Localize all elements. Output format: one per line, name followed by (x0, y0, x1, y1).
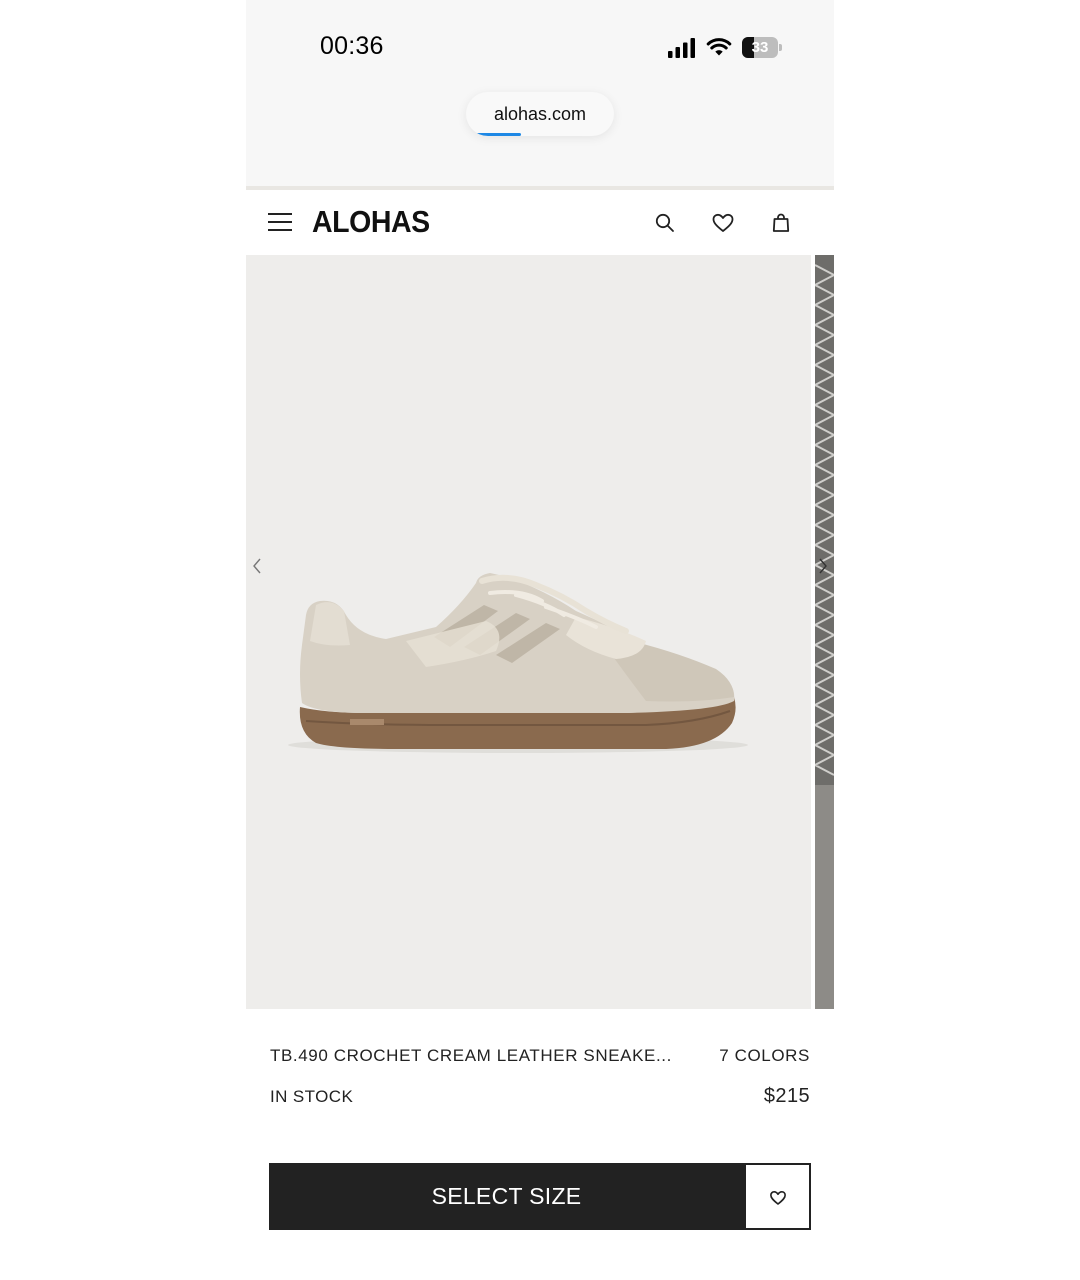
color-count[interactable]: 7 COLORS (719, 1046, 810, 1066)
chevron-left-icon[interactable] (250, 555, 264, 577)
page-load-progress-fill (476, 133, 521, 136)
battery-indicator: 33 (742, 37, 782, 58)
next-image-peek[interactable] (815, 255, 834, 1009)
product-price: $215 (763, 1085, 810, 1107)
battery-body: 33 (742, 37, 778, 58)
product-name[interactable]: TB.490 CROCHET CREAM LEATHER SNEAKE... (270, 1046, 698, 1066)
hamburger-menu-icon[interactable] (268, 210, 294, 234)
search-icon[interactable] (653, 211, 677, 235)
sneaker-illustration (288, 573, 748, 753)
battery-tip (779, 44, 782, 51)
battery-level: 33 (751, 39, 769, 56)
chevron-right-icon[interactable] (816, 555, 830, 577)
heart-icon (770, 1191, 786, 1205)
stock-status: IN STOCK (270, 1087, 354, 1106)
heart-icon[interactable] (711, 211, 735, 235)
site-header: ALOHAS (246, 190, 834, 255)
add-to-wishlist-button[interactable] (744, 1163, 811, 1230)
phone-screen: 00:36 33 alohas.com ALOHAS TB.490 CROCHE… (246, 0, 834, 1280)
product-image[interactable] (246, 255, 811, 1009)
wifi-icon (706, 38, 732, 56)
select-size-button[interactable]: SELECT SIZE (269, 1163, 744, 1230)
site-logo[interactable]: ALOHAS (312, 204, 430, 240)
address-bar[interactable]: alohas.com (466, 92, 614, 136)
page-load-progress (476, 133, 604, 136)
cellular-signal-icon (668, 38, 695, 58)
browser-chrome: 00:36 33 alohas.com (246, 0, 834, 186)
status-time: 00:36 (320, 32, 384, 60)
shopping-bag-icon[interactable] (769, 211, 793, 235)
url-text[interactable]: alohas.com (466, 92, 614, 136)
product-gallery[interactable] (246, 255, 834, 1009)
